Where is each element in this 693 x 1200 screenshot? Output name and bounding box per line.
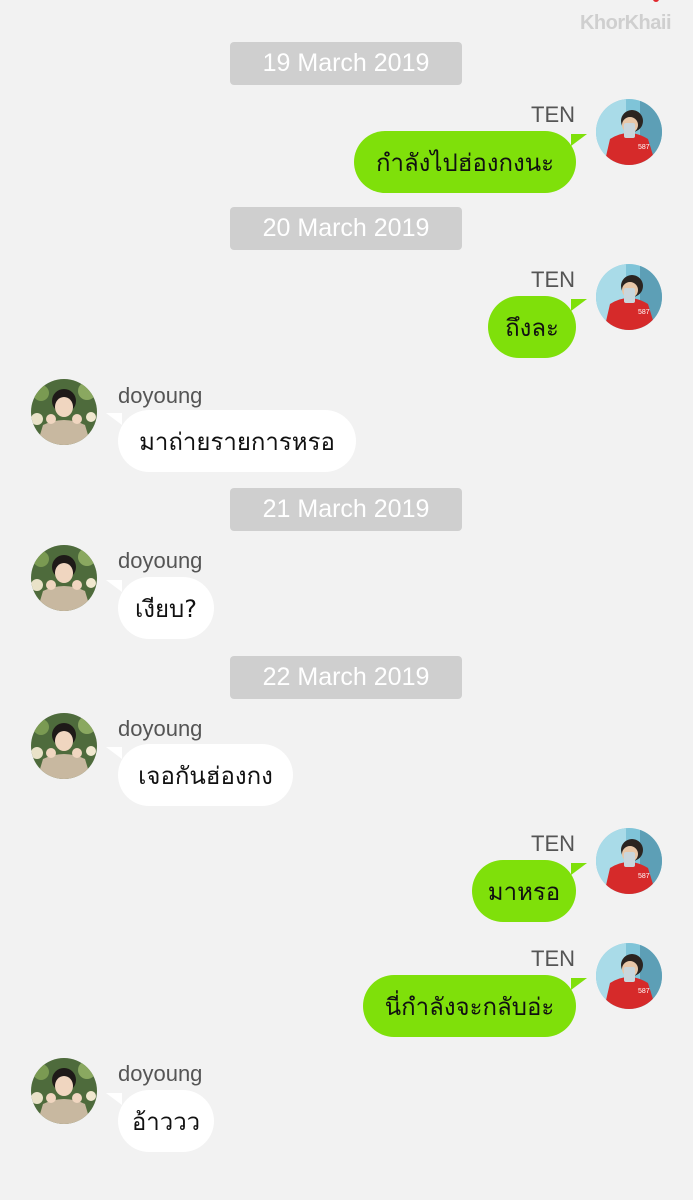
bubble-tail [571,134,587,146]
notification-dot [653,0,659,2]
sender-name: TEN [531,102,575,127]
date-separator: 19 March 2019 [230,42,462,85]
sender-name: TEN [531,831,575,856]
message-bubble-outgoing[interactable]: นี่กำลังจะกลับอ่ะ [363,975,576,1037]
message-bubble-incoming[interactable]: เจอกันฮ่องกง [118,744,293,806]
bubble-tail [106,747,122,759]
svg-text:587: 587 [638,988,650,995]
bubble-tail [571,863,587,875]
date-separator: 22 March 2019 [230,656,462,699]
sender-name: doyoung [118,548,203,573]
doyoung-avatar[interactable] [31,545,97,611]
doyoung-avatar[interactable] [31,1058,97,1124]
svg-text:587: 587 [638,873,650,880]
svg-text:587: 587 [638,144,650,151]
message-bubble-incoming[interactable]: เงียบ? [118,577,214,639]
date-separator: 21 March 2019 [230,488,462,531]
message-bubble-incoming[interactable]: อ้าววว [118,1090,214,1152]
sender-name: doyoung [118,383,203,408]
watermark: KhorKhaii [579,12,672,34]
bubble-tail [571,978,587,990]
svg-text:587: 587 [638,309,650,316]
bubble-tail [571,299,587,311]
bubble-tail [106,1093,122,1105]
sender-name: TEN [531,267,575,292]
ten-avatar[interactable]: 587 [596,828,662,894]
doyoung-avatar[interactable] [31,713,97,779]
message-bubble-outgoing[interactable]: มาหรอ [472,860,576,922]
message-bubble-outgoing[interactable]: ถึงละ [488,296,576,358]
ten-avatar[interactable]: 587 [596,943,662,1009]
bubble-tail [106,413,122,425]
date-separator: 20 March 2019 [230,207,462,250]
message-bubble-outgoing[interactable]: กำลังไปฮ่องกงนะ [354,131,576,193]
ten-avatar[interactable]: 587 [596,264,662,330]
sender-name: doyoung [118,1061,203,1086]
bubble-tail [106,580,122,592]
ten-avatar[interactable]: 587 [596,99,662,165]
message-bubble-incoming[interactable]: มาถ่ายรายการหรอ [118,410,356,472]
sender-name: TEN [531,946,575,971]
sender-name: doyoung [118,716,203,741]
doyoung-avatar[interactable] [31,379,97,445]
